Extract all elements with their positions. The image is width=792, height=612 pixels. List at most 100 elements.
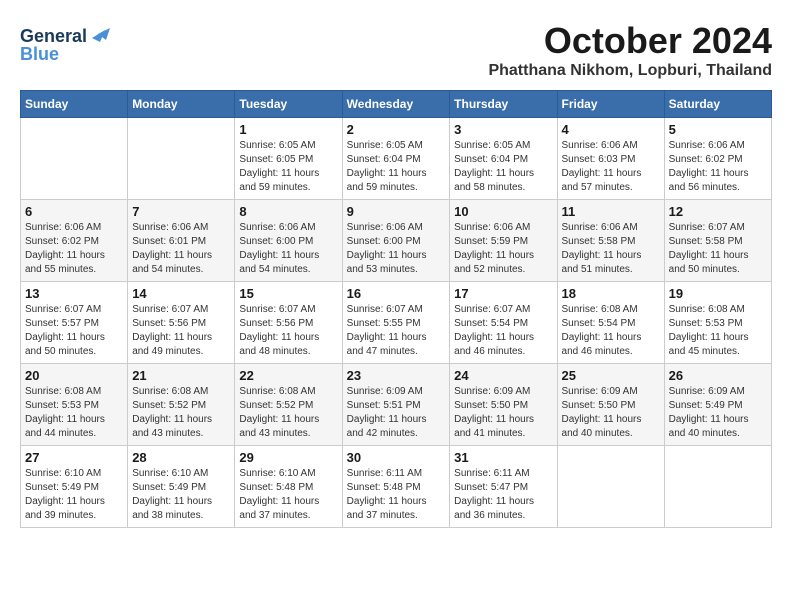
calendar-cell: 23 Sunrise: 6:09 AM Sunset: 5:51 PM Dayli…: [342, 364, 450, 446]
month-title: October 2024: [488, 20, 772, 62]
calendar-cell: 21 Sunrise: 6:08 AM Sunset: 5:52 PM Dayli…: [128, 364, 235, 446]
day-number: 14: [132, 286, 230, 301]
day-info: Sunrise: 6:05 AM Sunset: 6:04 PM Dayligh…: [454, 139, 552, 195]
calendar-cell: 28 Sunrise: 6:10 AM Sunset: 5:49 PM Dayli…: [128, 446, 235, 528]
svg-text:Blue: Blue: [20, 44, 59, 64]
calendar-cell: 22 Sunrise: 6:08 AM Sunset: 5:52 PM Dayli…: [235, 364, 342, 446]
day-number: 22: [239, 368, 337, 383]
weekday-header-sunday: Sunday: [21, 91, 128, 118]
calendar-cell: 17 Sunrise: 6:07 AM Sunset: 5:54 PM Dayli…: [450, 282, 557, 364]
day-info: Sunrise: 6:06 AM Sunset: 6:01 PM Dayligh…: [132, 221, 230, 277]
calendar-cell: 26 Sunrise: 6:09 AM Sunset: 5:49 PM Dayli…: [664, 364, 771, 446]
day-number: 24: [454, 368, 552, 383]
weekday-header-monday: Monday: [128, 91, 235, 118]
day-number: 21: [132, 368, 230, 383]
day-info: Sunrise: 6:07 AM Sunset: 5:58 PM Dayligh…: [669, 221, 767, 277]
day-number: 12: [669, 204, 767, 219]
day-info: Sunrise: 6:07 AM Sunset: 5:56 PM Dayligh…: [239, 303, 337, 359]
day-number: 31: [454, 450, 552, 465]
day-info: Sunrise: 6:07 AM Sunset: 5:56 PM Dayligh…: [132, 303, 230, 359]
day-info: Sunrise: 6:06 AM Sunset: 5:58 PM Dayligh…: [562, 221, 660, 277]
day-info: Sunrise: 6:09 AM Sunset: 5:50 PM Dayligh…: [454, 385, 552, 441]
calendar-cell: [557, 446, 664, 528]
weekday-header-tuesday: Tuesday: [235, 91, 342, 118]
day-info: Sunrise: 6:08 AM Sunset: 5:52 PM Dayligh…: [239, 385, 337, 441]
calendar-cell: 7 Sunrise: 6:06 AM Sunset: 6:01 PM Daylig…: [128, 200, 235, 282]
day-number: 25: [562, 368, 660, 383]
day-number: 6: [25, 204, 123, 219]
calendar-cell: 18 Sunrise: 6:08 AM Sunset: 5:54 PM Dayli…: [557, 282, 664, 364]
day-info: Sunrise: 6:06 AM Sunset: 6:02 PM Dayligh…: [25, 221, 123, 277]
calendar-cell: 1 Sunrise: 6:05 AM Sunset: 6:05 PM Daylig…: [235, 118, 342, 200]
day-number: 26: [669, 368, 767, 383]
calendar-cell: 8 Sunrise: 6:06 AM Sunset: 6:00 PM Daylig…: [235, 200, 342, 282]
day-number: 13: [25, 286, 123, 301]
calendar-cell: 29 Sunrise: 6:10 AM Sunset: 5:48 PM Dayli…: [235, 446, 342, 528]
day-info: Sunrise: 6:07 AM Sunset: 5:57 PM Dayligh…: [25, 303, 123, 359]
calendar-cell: 6 Sunrise: 6:06 AM Sunset: 6:02 PM Daylig…: [21, 200, 128, 282]
day-info: Sunrise: 6:06 AM Sunset: 6:03 PM Dayligh…: [562, 139, 660, 195]
day-number: 29: [239, 450, 337, 465]
calendar-cell: 27 Sunrise: 6:10 AM Sunset: 5:49 PM Dayli…: [21, 446, 128, 528]
calendar-cell: 16 Sunrise: 6:07 AM Sunset: 5:55 PM Dayli…: [342, 282, 450, 364]
day-number: 9: [347, 204, 446, 219]
weekday-header-friday: Friday: [557, 91, 664, 118]
calendar-cell: [128, 118, 235, 200]
day-number: 30: [347, 450, 446, 465]
day-info: Sunrise: 6:07 AM Sunset: 5:54 PM Dayligh…: [454, 303, 552, 359]
svg-text:General: General: [20, 26, 87, 46]
day-number: 19: [669, 286, 767, 301]
day-number: 28: [132, 450, 230, 465]
weekday-header-thursday: Thursday: [450, 91, 557, 118]
day-number: 15: [239, 286, 337, 301]
day-number: 18: [562, 286, 660, 301]
day-number: 17: [454, 286, 552, 301]
calendar-cell: 20 Sunrise: 6:08 AM Sunset: 5:53 PM Dayli…: [21, 364, 128, 446]
day-info: Sunrise: 6:06 AM Sunset: 6:00 PM Dayligh…: [239, 221, 337, 277]
calendar-cell: 15 Sunrise: 6:07 AM Sunset: 5:56 PM Dayli…: [235, 282, 342, 364]
logo: General Blue: [20, 20, 110, 70]
day-info: Sunrise: 6:08 AM Sunset: 5:54 PM Dayligh…: [562, 303, 660, 359]
calendar-cell: 24 Sunrise: 6:09 AM Sunset: 5:50 PM Dayli…: [450, 364, 557, 446]
day-info: Sunrise: 6:08 AM Sunset: 5:53 PM Dayligh…: [669, 303, 767, 359]
day-info: Sunrise: 6:09 AM Sunset: 5:49 PM Dayligh…: [669, 385, 767, 441]
calendar-cell: 3Sunrise: 6:05 AM Sunset: 6:04 PM Daylig…: [450, 118, 557, 200]
day-info: Sunrise: 6:06 AM Sunset: 5:59 PM Dayligh…: [454, 221, 552, 277]
calendar-cell: [21, 118, 128, 200]
day-number: 8: [239, 204, 337, 219]
day-info: Sunrise: 6:05 AM Sunset: 6:05 PM Dayligh…: [239, 139, 337, 195]
day-number: 11: [562, 204, 660, 219]
day-info: Sunrise: 6:08 AM Sunset: 5:52 PM Dayligh…: [132, 385, 230, 441]
day-info: Sunrise: 6:10 AM Sunset: 5:48 PM Dayligh…: [239, 467, 337, 523]
day-number: 2: [347, 122, 446, 137]
calendar-cell: 11 Sunrise: 6:06 AM Sunset: 5:58 PM Dayli…: [557, 200, 664, 282]
calendar-cell: 9 Sunrise: 6:06 AM Sunset: 6:00 PM Daylig…: [342, 200, 450, 282]
day-info: Sunrise: 6:05 AM Sunset: 6:04 PM Dayligh…: [347, 139, 446, 195]
day-info: Sunrise: 6:10 AM Sunset: 5:49 PM Dayligh…: [25, 467, 123, 523]
page-header: General Blue October 2024 Phatthana Nikh…: [20, 20, 772, 80]
calendar-cell: 12 Sunrise: 6:07 AM Sunset: 5:58 PM Dayli…: [664, 200, 771, 282]
day-number: 1: [239, 122, 337, 137]
day-info: Sunrise: 6:08 AM Sunset: 5:53 PM Dayligh…: [25, 385, 123, 441]
day-number: 23: [347, 368, 446, 383]
calendar-table: SundayMondayTuesdayWednesdayThursdayFrid…: [20, 90, 772, 528]
calendar-cell: [664, 446, 771, 528]
day-number: 7: [132, 204, 230, 219]
day-number: 16: [347, 286, 446, 301]
day-info: Sunrise: 6:06 AM Sunset: 6:00 PM Dayligh…: [347, 221, 446, 277]
day-info: Sunrise: 6:11 AM Sunset: 5:47 PM Dayligh…: [454, 467, 552, 523]
calendar-cell: 19 Sunrise: 6:08 AM Sunset: 5:53 PM Dayli…: [664, 282, 771, 364]
day-info: Sunrise: 6:07 AM Sunset: 5:55 PM Dayligh…: [347, 303, 446, 359]
day-info: Sunrise: 6:10 AM Sunset: 5:49 PM Dayligh…: [132, 467, 230, 523]
day-number: 20: [25, 368, 123, 383]
day-number: 27: [25, 450, 123, 465]
day-info: Sunrise: 6:11 AM Sunset: 5:48 PM Dayligh…: [347, 467, 446, 523]
day-number: 10: [454, 204, 552, 219]
calendar-cell: 25 Sunrise: 6:09 AM Sunset: 5:50 PM Dayli…: [557, 364, 664, 446]
calendar-cell: 14 Sunrise: 6:07 AM Sunset: 5:56 PM Dayli…: [128, 282, 235, 364]
day-info: Sunrise: 6:06 AM Sunset: 6:02 PM Dayligh…: [669, 139, 767, 195]
day-info: Sunrise: 6:09 AM Sunset: 5:51 PM Dayligh…: [347, 385, 446, 441]
calendar-cell: 4Sunrise: 6:06 AM Sunset: 6:03 PM Daylig…: [557, 118, 664, 200]
day-info: Sunrise: 6:09 AM Sunset: 5:50 PM Dayligh…: [562, 385, 660, 441]
weekday-header-saturday: Saturday: [664, 91, 771, 118]
